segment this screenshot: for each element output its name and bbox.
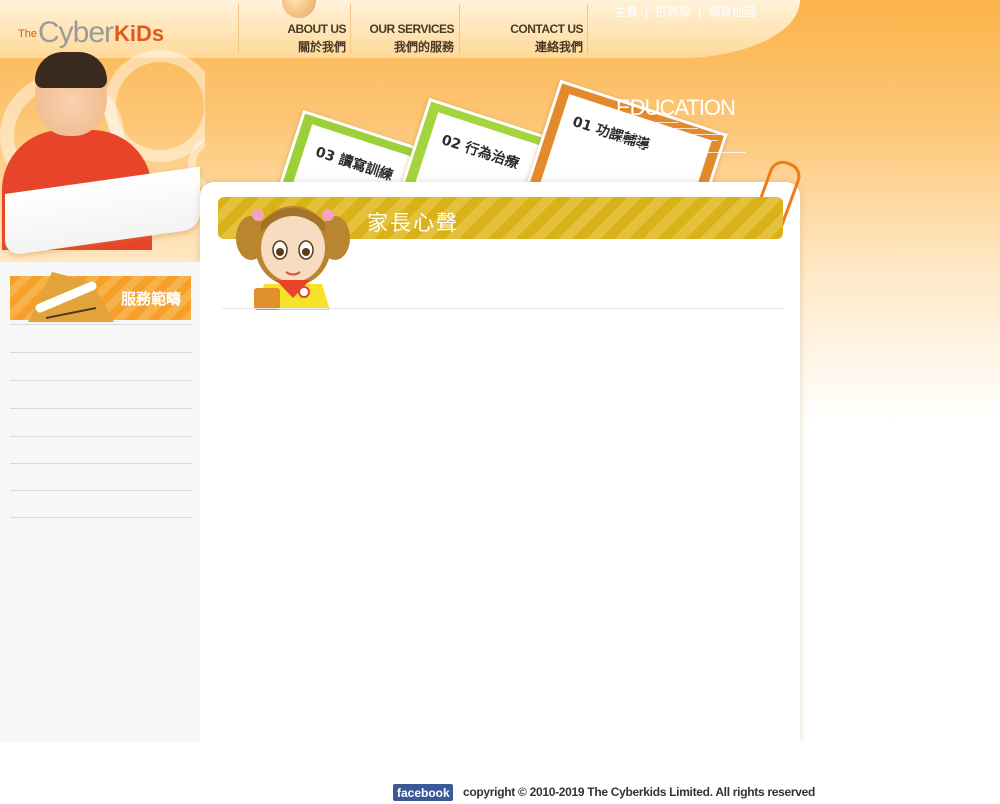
util-link-sitemap[interactable]: 網頁地圖 xyxy=(700,6,764,19)
sidebar-divider xyxy=(10,352,193,353)
sidebar-divider xyxy=(10,436,193,437)
nav-our-services-en: OUR SERVICES xyxy=(369,22,455,36)
sidebar-item[interactable] xyxy=(10,492,193,518)
sidebar-divider xyxy=(10,463,193,464)
education-text-line xyxy=(618,152,746,153)
nav-about-us-en: ABOUT US xyxy=(287,22,346,36)
sidebar-divider xyxy=(10,490,193,491)
notebook-pen-icon xyxy=(28,272,114,322)
sidebar-divider xyxy=(10,408,193,409)
copyright-text: copyright © 2010-2019 The Cyberkids Limi… xyxy=(463,785,815,799)
nav-our-services-zh: 我們的服務 xyxy=(393,40,454,54)
nav-divider xyxy=(350,4,351,54)
utility-links: 主頁 招聘欄 網頁地圖 xyxy=(606,6,764,19)
cartoon-girl-mascot xyxy=(236,206,350,310)
sidebar-item[interactable] xyxy=(10,438,193,464)
child-hair xyxy=(35,52,107,88)
nav-contact-us-zh: 連絡我們 xyxy=(534,40,583,54)
sidebar-item[interactable] xyxy=(10,465,193,491)
page-title: 家長心聲 xyxy=(367,211,459,235)
sidebar-divider xyxy=(10,324,193,325)
logo-the: The xyxy=(18,28,37,40)
sidebar-divider xyxy=(10,380,193,381)
sidebar-heading: 服務範疇 xyxy=(121,290,182,308)
education-text-line xyxy=(618,140,718,141)
nav-our-services[interactable]: OUR SERVICES 我們的服務 xyxy=(362,22,455,55)
nav-about-us[interactable]: ABOUT US 關於我們 xyxy=(284,22,346,55)
nav-contact-us[interactable]: CONTACT US 連絡我們 xyxy=(505,22,583,55)
education-text-line xyxy=(618,122,678,123)
facebook-label: facebook xyxy=(397,786,450,800)
education-text-line xyxy=(618,134,728,135)
nav-divider xyxy=(238,4,239,54)
nav-about-us-zh: 關於我們 xyxy=(297,40,346,54)
util-link-home[interactable]: 主頁 xyxy=(606,6,648,19)
sidebar-item[interactable] xyxy=(10,382,193,408)
sidebar-divider xyxy=(10,517,193,518)
content-divider xyxy=(222,308,784,309)
sidebar-item[interactable] xyxy=(10,326,193,352)
education-text-line xyxy=(618,128,698,129)
sidebar-item[interactable] xyxy=(10,410,193,436)
hero-child-photo xyxy=(0,44,205,259)
sidebar-item[interactable] xyxy=(10,354,193,380)
nav-contact-us-en: CONTACT US xyxy=(510,22,583,36)
nav-divider xyxy=(459,4,460,54)
util-link-careers[interactable]: 招聘欄 xyxy=(647,6,701,19)
education-heading: EDUCATION xyxy=(616,95,736,120)
education-text-line xyxy=(618,146,710,147)
nav-divider xyxy=(587,4,588,54)
